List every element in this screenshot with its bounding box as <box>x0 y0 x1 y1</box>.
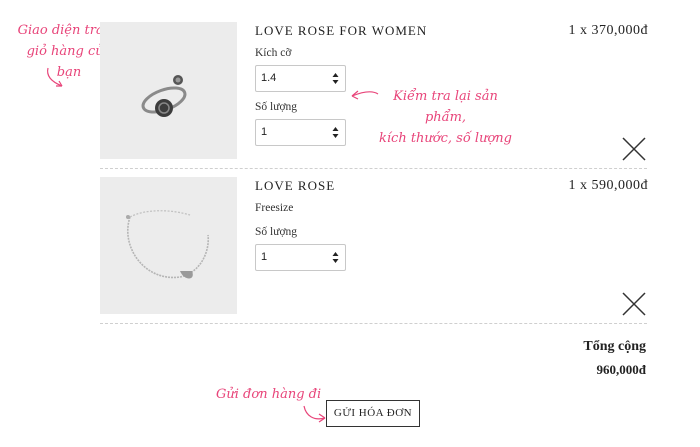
quantity-label: Số lượng <box>255 226 298 238</box>
annotation-check-products: Kiểm tra lại sản phẩm, kích thước, số lư… <box>378 86 513 149</box>
product-price: 1 x 370,000đ <box>568 23 648 38</box>
product-name[interactable]: LOVE ROSE <box>255 178 335 194</box>
size-select[interactable]: 1.4 <box>255 65 346 92</box>
item-divider <box>100 168 647 169</box>
annotation-arrow-icon <box>351 90 379 100</box>
total-label: Tổng cộng <box>583 339 646 354</box>
annotation-check-line2: kích thước, số lượng <box>379 131 512 146</box>
product-price: 1 x 590,000đ <box>568 178 648 193</box>
quantity-select-value: 1 <box>261 251 268 263</box>
item-divider <box>100 323 647 324</box>
annotation-check-line1: Kiểm tra lại sản phẩm, <box>393 89 498 125</box>
select-caret-icon <box>332 252 339 263</box>
total-value: 960,000đ <box>596 362 646 377</box>
annotation-arrow-icon <box>303 405 326 423</box>
product-name[interactable]: LOVE ROSE FOR WOMEN <box>255 23 427 39</box>
product-image-bracelet[interactable] <box>100 177 237 314</box>
quantity-select[interactable]: 1 <box>255 119 346 146</box>
remove-item-icon[interactable] <box>622 137 646 161</box>
select-caret-icon <box>332 73 339 84</box>
select-caret-icon <box>332 127 339 138</box>
size-select-value: 1.4 <box>261 72 277 84</box>
submit-order-button[interactable]: GỬI HÓA ĐƠN <box>326 400 420 427</box>
ring-icon <box>141 75 187 117</box>
quantity-select-value: 1 <box>261 126 268 138</box>
quantity-label: Số lượng <box>255 101 298 113</box>
annotation-send-order: Gửi đơn hàng đi <box>216 387 322 402</box>
annotation-arrow-icon <box>47 67 63 87</box>
size-text: Freesize <box>255 202 294 214</box>
size-label: Kích cỡ <box>255 47 292 59</box>
product-image-ring[interactable] <box>100 22 237 159</box>
bracelet-icon <box>126 210 209 279</box>
quantity-select[interactable]: 1 <box>255 244 346 271</box>
remove-item-icon[interactable] <box>622 292 646 316</box>
